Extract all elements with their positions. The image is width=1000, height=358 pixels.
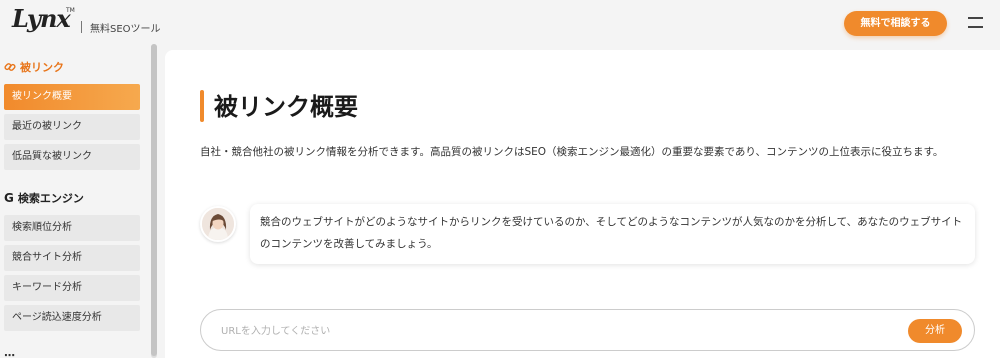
trademark-mark: TM bbox=[66, 7, 75, 14]
title-accent-bar bbox=[200, 90, 204, 122]
site-tagline: 無料SEOツール bbox=[90, 24, 161, 35]
sidebar-section-backlinks: 被リンク bbox=[4, 59, 64, 75]
analyze-button[interactable]: 分析 bbox=[908, 319, 962, 343]
top-header: Lynx TM 無料SEOツール 無料で相談する bbox=[0, 0, 1000, 50]
page-description: 自社・競合他社の被リンク情報を分析できます。高品質の被リンクはSEO（検索エンジ… bbox=[200, 146, 944, 158]
sidebar-next-section-peek: ⋯ bbox=[4, 349, 15, 358]
google-g-icon: G bbox=[4, 191, 14, 205]
assistant-message-bubble: 競合のウェブサイトがどのようなサイトからリンクを受けているのか、そしてどのような… bbox=[250, 204, 975, 264]
logo-divider bbox=[81, 21, 82, 33]
page-title: 被リンク概要 bbox=[214, 93, 358, 121]
sidebar-item-competitor-analysis[interactable]: 競合サイト分析 bbox=[4, 245, 140, 271]
url-input[interactable] bbox=[221, 323, 871, 339]
hamburger-menu-icon[interactable] bbox=[968, 17, 983, 28]
free-consultation-button[interactable]: 無料で相談する bbox=[844, 11, 947, 36]
sidebar-section-search-engine: G 検索エンジン bbox=[4, 190, 84, 206]
sidebar-item-recent-backlinks[interactable]: 最近の被リンク bbox=[4, 114, 140, 140]
sidebar-scrollbar-thumb[interactable] bbox=[151, 44, 157, 356]
sidebar-item-rank-analysis[interactable]: 検索順位分析 bbox=[4, 215, 140, 241]
assistant-avatar bbox=[200, 206, 236, 242]
link-icon bbox=[4, 63, 16, 71]
sidebar-section-title: 被リンク bbox=[20, 61, 64, 74]
sidebar-section-title: 検索エンジン bbox=[17, 192, 84, 205]
lynx-logo[interactable]: Lynx bbox=[12, 4, 71, 33]
sidebar-item-low-quality-backlinks[interactable]: 低品質な被リンク bbox=[4, 144, 140, 170]
url-search-box: 分析 bbox=[200, 309, 975, 351]
sidebar-item-backlink-overview[interactable]: 被リンク概要 bbox=[4, 84, 140, 110]
woman-portrait-icon bbox=[202, 208, 234, 240]
sidebar-item-page-speed-analysis[interactable]: ページ読込速度分析 bbox=[4, 305, 140, 331]
sidebar-item-keyword-analysis[interactable]: キーワード分析 bbox=[4, 275, 140, 301]
